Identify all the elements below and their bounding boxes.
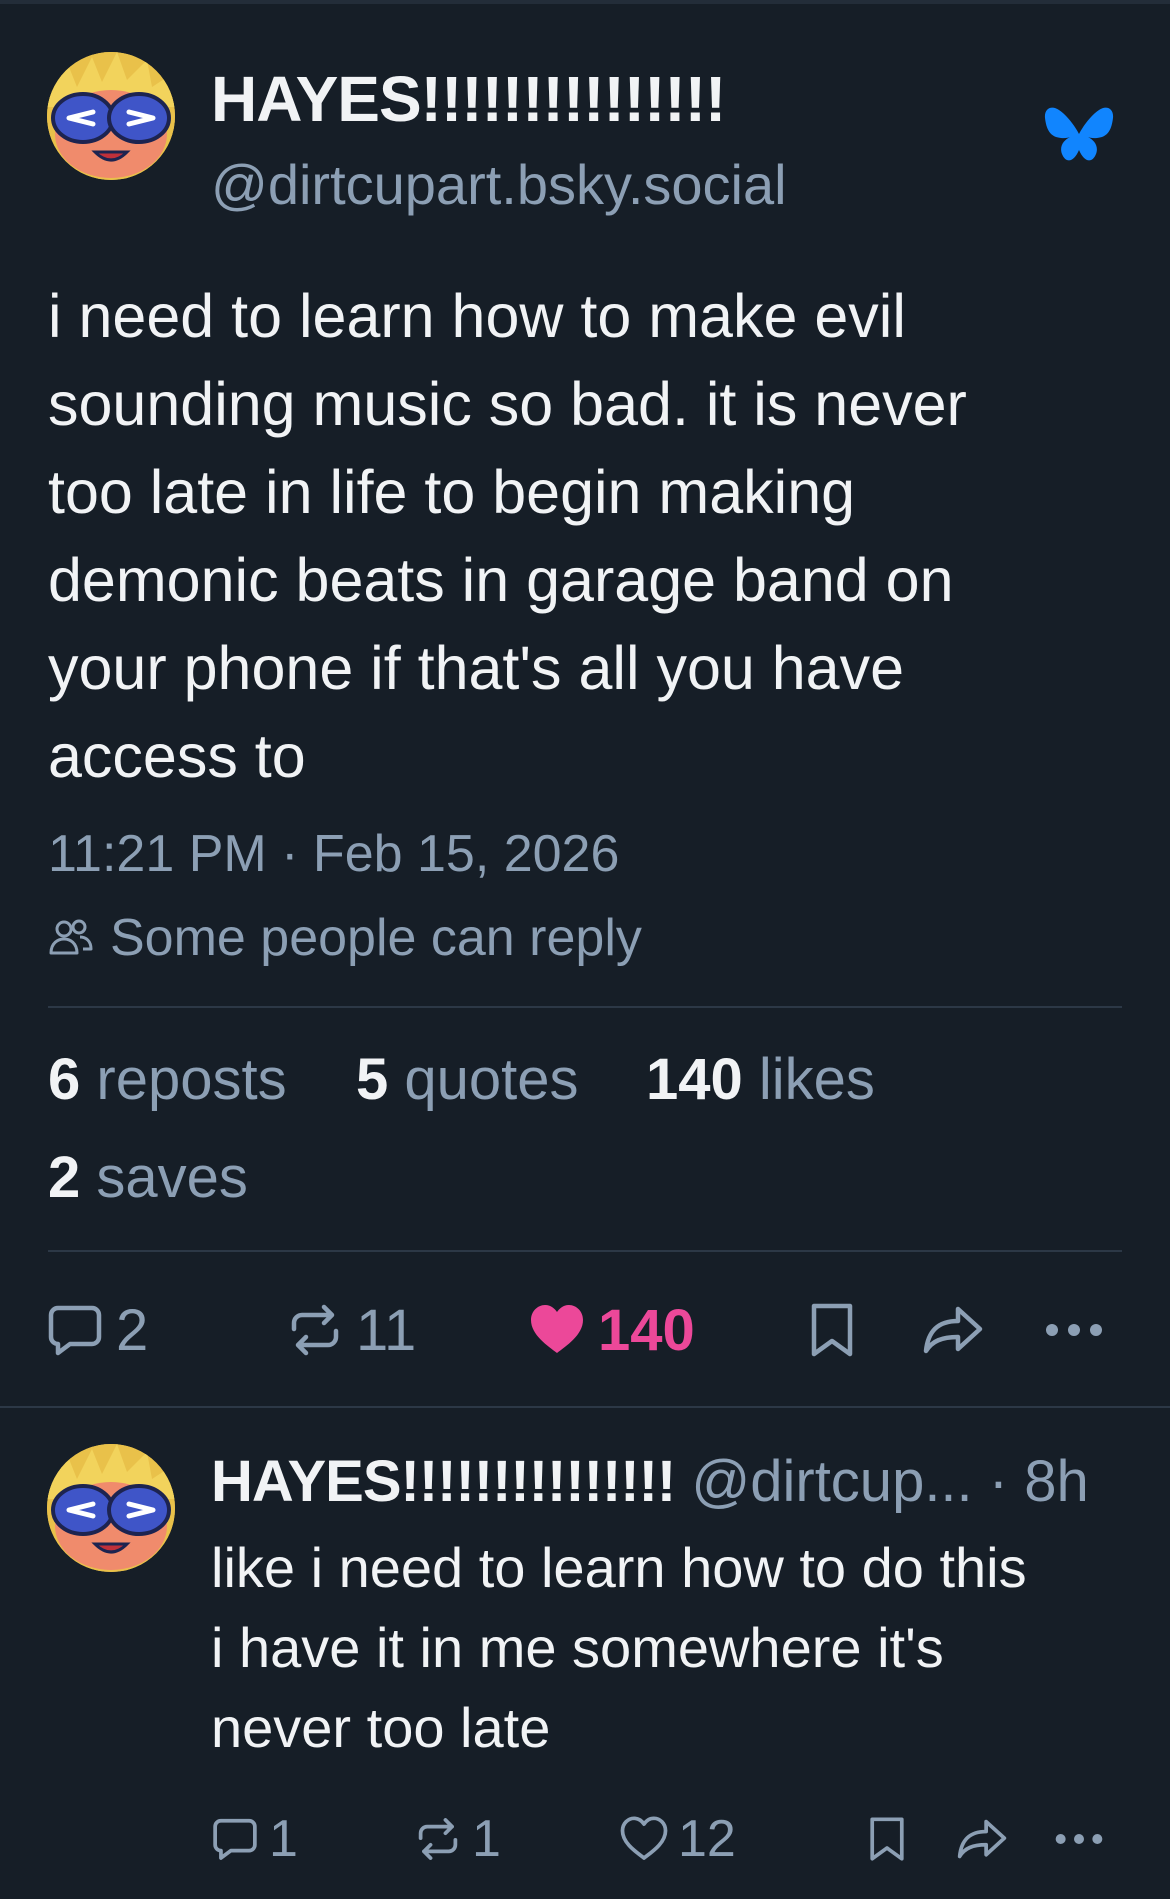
reply-author-name[interactable]: HAYES!!!!!!!!!!!!!!! [211, 1449, 676, 1514]
reply-author-handle[interactable]: @dirtcup... [691, 1449, 972, 1514]
reply-text-line: like i need to learn how to do this [211, 1536, 1027, 1599]
reposts-count: 6 [48, 1047, 81, 1112]
repost-button[interactable]: 11 [286, 1290, 416, 1370]
post-text-line: demonic beats in garage band on [48, 546, 954, 614]
reply-setting[interactable]: Some people can reply [48, 908, 642, 968]
reply-reply-count: 1 [269, 1810, 298, 1868]
reply-bookmark-button[interactable] [864, 1804, 910, 1874]
post-text-line: too late in life to begin making [48, 458, 856, 526]
post-text-line: i need to learn how to make evil [48, 282, 906, 350]
reply-repost-button[interactable]: 1 [414, 1804, 501, 1874]
post-text: i need to learn how to make evil soundin… [48, 272, 1138, 800]
saves-count: 2 [48, 1145, 81, 1210]
bookmark-button[interactable] [804, 1290, 860, 1370]
repost-count: 11 [356, 1297, 417, 1363]
saves-label: saves [96, 1145, 248, 1210]
people-icon [49, 919, 93, 955]
reply-text-line: never too late [211, 1696, 551, 1759]
quotes-count: 5 [356, 1047, 389, 1112]
reply-like-button[interactable]: 12 [620, 1804, 736, 1874]
post-timestamp: 11:21 PM · Feb 15, 2026 [48, 825, 620, 883]
reply-repost-count: 1 [472, 1810, 501, 1868]
reply-setting-label: Some people can reply [110, 909, 642, 967]
repost-icon [291, 1304, 339, 1356]
quotes-label: quotes [404, 1047, 579, 1112]
reply-button[interactable]: 2 [46, 1290, 148, 1370]
more-options-button[interactable] [1044, 1290, 1104, 1370]
reply-more-options-button[interactable] [1054, 1804, 1104, 1874]
reply-text-line: i have it in me somewhere it's [211, 1616, 944, 1679]
post-text-line: access to [48, 722, 306, 790]
share-icon [923, 1306, 983, 1354]
author-handle[interactable]: @dirtcupart.bsky.social [211, 152, 787, 217]
author-display-name[interactable]: HAYES!!!!!!!!!!!!!!! [211, 62, 726, 136]
main-post: HAYES!!!!!!!!!!!!!!! @dirtcupart.bsky.so… [0, 0, 1170, 1408]
reply-time: 8h [1024, 1449, 1089, 1514]
reply-post[interactable]: HAYES!!!!!!!!!!!!!!! @dirtcup... · 8h li… [0, 1408, 1170, 1899]
reply-like-count: 12 [678, 1810, 736, 1868]
comment-icon [48, 1305, 102, 1356]
butterfly-icon [1044, 107, 1114, 161]
divider [48, 1006, 1122, 1008]
share-icon [957, 1819, 1007, 1859]
more-icon [1055, 1834, 1103, 1844]
reply-header: HAYES!!!!!!!!!!!!!!! @dirtcup... · 8h [211, 1448, 1089, 1515]
heart-icon [531, 1305, 583, 1353]
reply-reply-button[interactable]: 1 [211, 1804, 298, 1874]
more-icon [1046, 1324, 1102, 1336]
reposts-stat[interactable]: 6 reposts [48, 1046, 287, 1113]
author-avatar[interactable] [47, 52, 175, 180]
bookmark-icon [811, 1303, 853, 1357]
reply-separator: · [988, 1449, 1009, 1514]
post-text-line: sounding music so bad. it is never [48, 370, 967, 438]
heart-icon [620, 1816, 668, 1860]
avatar-image [47, 1444, 175, 1572]
like-button[interactable]: 140 [528, 1290, 695, 1370]
post-action-bar: 2 11 140 [0, 1290, 1170, 1370]
avatar-image [47, 52, 175, 180]
likes-label: likes [758, 1047, 875, 1112]
comment-icon [213, 1818, 257, 1860]
share-button[interactable] [922, 1290, 984, 1370]
reply-action-bar: 1 1 12 [0, 1804, 1170, 1874]
divider [48, 1250, 1122, 1252]
post-text-line: your phone if that's all you have [48, 634, 905, 702]
reply-share-button[interactable] [956, 1804, 1008, 1874]
likes-count: 140 [646, 1047, 743, 1112]
bookmark-icon [870, 1817, 904, 1861]
reply-text: like i need to learn how to do this i ha… [211, 1528, 1141, 1768]
like-count: 140 [598, 1297, 695, 1363]
quotes-stat[interactable]: 5 quotes [356, 1046, 579, 1113]
reposts-label: reposts [96, 1047, 287, 1112]
saves-stat[interactable]: 2 saves [48, 1144, 248, 1211]
likes-stat[interactable]: 140 likes [646, 1046, 875, 1113]
repost-icon [418, 1818, 458, 1860]
reply-author-avatar[interactable] [47, 1444, 175, 1572]
reply-count: 2 [116, 1297, 149, 1363]
